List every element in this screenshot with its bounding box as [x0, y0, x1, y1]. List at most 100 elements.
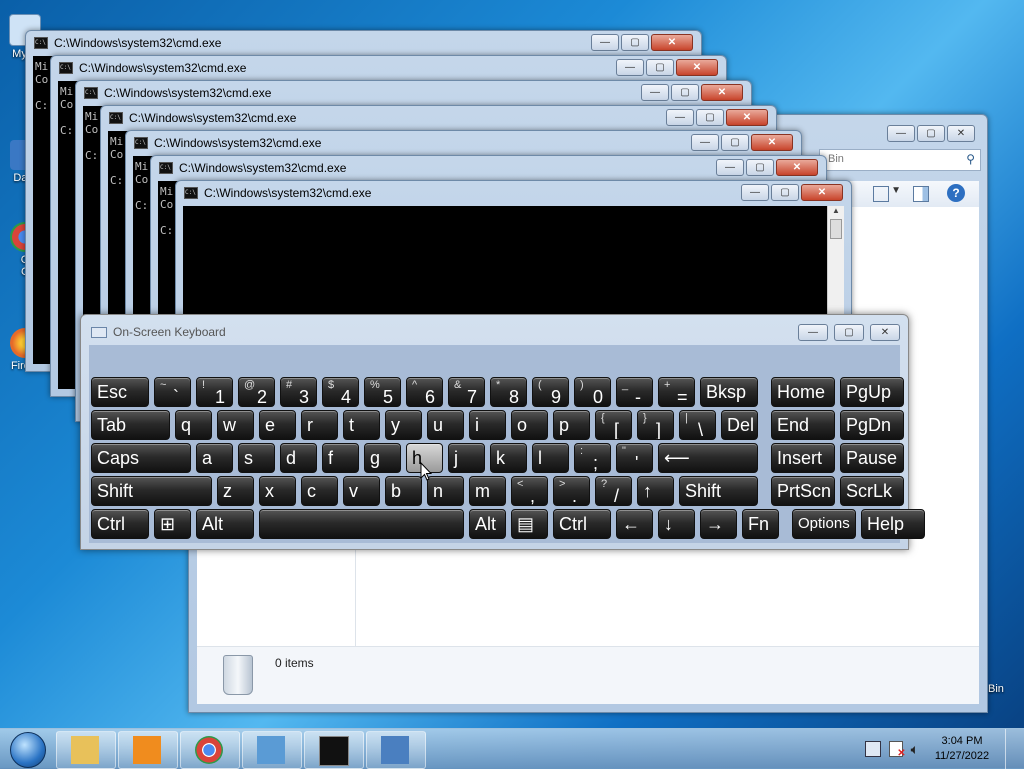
key-k4[interactable]: $4 — [322, 377, 359, 407]
close-button[interactable]: ✕ — [676, 59, 718, 76]
key-lbracket[interactable]: {[ — [595, 410, 632, 440]
key-k6[interactable]: ^ 6 — [406, 377, 443, 407]
key-tab[interactable]: Tab — [91, 410, 170, 440]
key-ralt[interactable]: Alt — [469, 509, 506, 539]
key-r[interactable]: r — [301, 410, 338, 440]
taskbar-network-button[interactable] — [242, 731, 302, 769]
key-up[interactable]: ↑ — [637, 476, 674, 506]
key-pause[interactable]: Pause — [840, 443, 904, 473]
key-c[interactable]: c — [301, 476, 338, 506]
key-g[interactable]: g — [364, 443, 401, 473]
key-k9[interactable]: (9 — [532, 377, 569, 407]
minimize-button[interactable]: — — [887, 125, 915, 142]
key-z[interactable]: z — [217, 476, 254, 506]
osk-maximize-button[interactable]: ▢ — [834, 324, 864, 341]
taskbar-explorer-button[interactable] — [56, 731, 116, 769]
key-k3[interactable]: #3 — [280, 377, 317, 407]
key-semicolon[interactable]: :; — [574, 443, 611, 473]
key-home[interactable]: Home — [771, 377, 835, 407]
key-n[interactable]: n — [427, 476, 464, 506]
search-box[interactable]: Bin ⚲ — [819, 149, 981, 171]
minimize-button[interactable]: — — [716, 159, 744, 176]
key-bksp[interactable]: Bksp — [700, 377, 758, 407]
key-y[interactable]: y — [385, 410, 422, 440]
key-u[interactable]: u — [427, 410, 464, 440]
key-k0[interactable]: ) 0 — [574, 377, 611, 407]
maximize-button[interactable]: ▢ — [721, 134, 749, 151]
close-button[interactable]: ✕ — [751, 134, 793, 151]
chevron-down-icon[interactable]: ▼ — [891, 185, 901, 196]
help-icon[interactable]: ? — [947, 184, 965, 202]
key-w[interactable]: w — [217, 410, 254, 440]
key-m[interactable]: m — [469, 476, 506, 506]
close-button[interactable]: ✕ — [726, 109, 768, 126]
maximize-button[interactable]: ▢ — [696, 109, 724, 126]
key-caps[interactable]: Caps — [91, 443, 191, 473]
key-t[interactable]: t — [343, 410, 380, 440]
key-rshift[interactable]: Shift — [679, 476, 758, 506]
taskbar-cmd-button[interactable] — [304, 731, 364, 769]
key-space[interactable] — [259, 509, 464, 539]
key-k[interactable]: k — [490, 443, 527, 473]
show-desktop-button[interactable] — [1005, 729, 1016, 769]
network-tray-icon[interactable] — [864, 741, 881, 757]
osk-title-bar[interactable]: On-Screen Keyboard — [81, 315, 908, 349]
key-o[interactable]: o — [511, 410, 548, 440]
key-b[interactable]: b — [385, 476, 422, 506]
minimize-button[interactable]: — — [741, 184, 769, 201]
key-e[interactable]: e — [259, 410, 296, 440]
on-screen-keyboard-window[interactable]: On-Screen Keyboard — ▢ ✕ Esc ~ `! 1 @2 #3 $4% 5… — [80, 314, 925, 550]
start-button[interactable] — [6, 729, 48, 769]
action-center-icon[interactable]: ✕ — [888, 741, 906, 759]
key-pgup[interactable]: PgUp — [840, 377, 904, 407]
close-button[interactable]: ✕ — [651, 34, 693, 51]
key-enter[interactable]: ⟵ — [658, 443, 758, 473]
key-end[interactable]: End — [771, 410, 835, 440]
key-lalt[interactable]: Alt — [196, 509, 254, 539]
taskbar-media-player-button[interactable] — [118, 731, 178, 769]
key-insert[interactable]: Insert — [771, 443, 835, 473]
maximize-button[interactable]: ▢ — [917, 125, 945, 142]
close-button[interactable]: ✕ — [701, 84, 743, 101]
minimize-button[interactable]: — — [591, 34, 619, 51]
key-equals[interactable]: + = — [658, 377, 695, 407]
maximize-button[interactable]: ▢ — [771, 184, 799, 201]
key-k1[interactable]: ! 1 — [196, 377, 233, 407]
key-options[interactable]: Options — [792, 509, 856, 539]
key-quote[interactable]: " ' — [616, 443, 653, 473]
key-i[interactable]: i — [469, 410, 506, 440]
key-v[interactable]: v — [343, 476, 380, 506]
key-pgdn[interactable]: PgDn — [840, 410, 904, 440]
key-minus[interactable]: _ - — [616, 377, 653, 407]
key-scrlk[interactable]: ScrLk — [840, 476, 904, 506]
close-button[interactable]: ✕ — [801, 184, 843, 201]
key-lshift[interactable]: Shift — [91, 476, 212, 506]
minimize-button[interactable]: — — [616, 59, 644, 76]
key-lctrl[interactable]: Ctrl — [91, 509, 149, 539]
taskbar-chrome-button[interactable] — [180, 731, 240, 769]
key-k8[interactable]: * 8 — [490, 377, 527, 407]
close-button[interactable]: ✕ — [776, 159, 818, 176]
key-left[interactable]: ← — [616, 509, 653, 539]
key-x[interactable]: x — [259, 476, 296, 506]
key-a[interactable]: a — [196, 443, 233, 473]
key-q[interactable]: q — [175, 410, 212, 440]
maximize-button[interactable]: ▢ — [671, 84, 699, 101]
volume-icon[interactable]: 🔈︎ — [911, 741, 919, 758]
taskbar-osk-button[interactable] — [366, 731, 426, 769]
key-period[interactable]: >. — [553, 476, 590, 506]
key-k5[interactable]: % 5 — [364, 377, 401, 407]
key-backtick[interactable]: ~ ` — [154, 377, 191, 407]
scroll-thumb[interactable] — [830, 219, 842, 239]
preview-pane-icon[interactable] — [913, 186, 929, 202]
scroll-up-arrow-icon[interactable]: ▲ — [828, 206, 844, 215]
maximize-button[interactable]: ▢ — [646, 59, 674, 76]
key-win[interactable]: ⊞ — [154, 509, 191, 539]
key-p[interactable]: p — [553, 410, 590, 440]
key-backslash[interactable]: | \ — [679, 410, 716, 440]
key-down[interactable]: ↓ — [658, 509, 695, 539]
key-slash[interactable]: ? / — [595, 476, 632, 506]
key-rbracket[interactable]: }] — [637, 410, 674, 440]
key-k7[interactable]: & 7 — [448, 377, 485, 407]
view-options-icon[interactable] — [873, 186, 889, 202]
